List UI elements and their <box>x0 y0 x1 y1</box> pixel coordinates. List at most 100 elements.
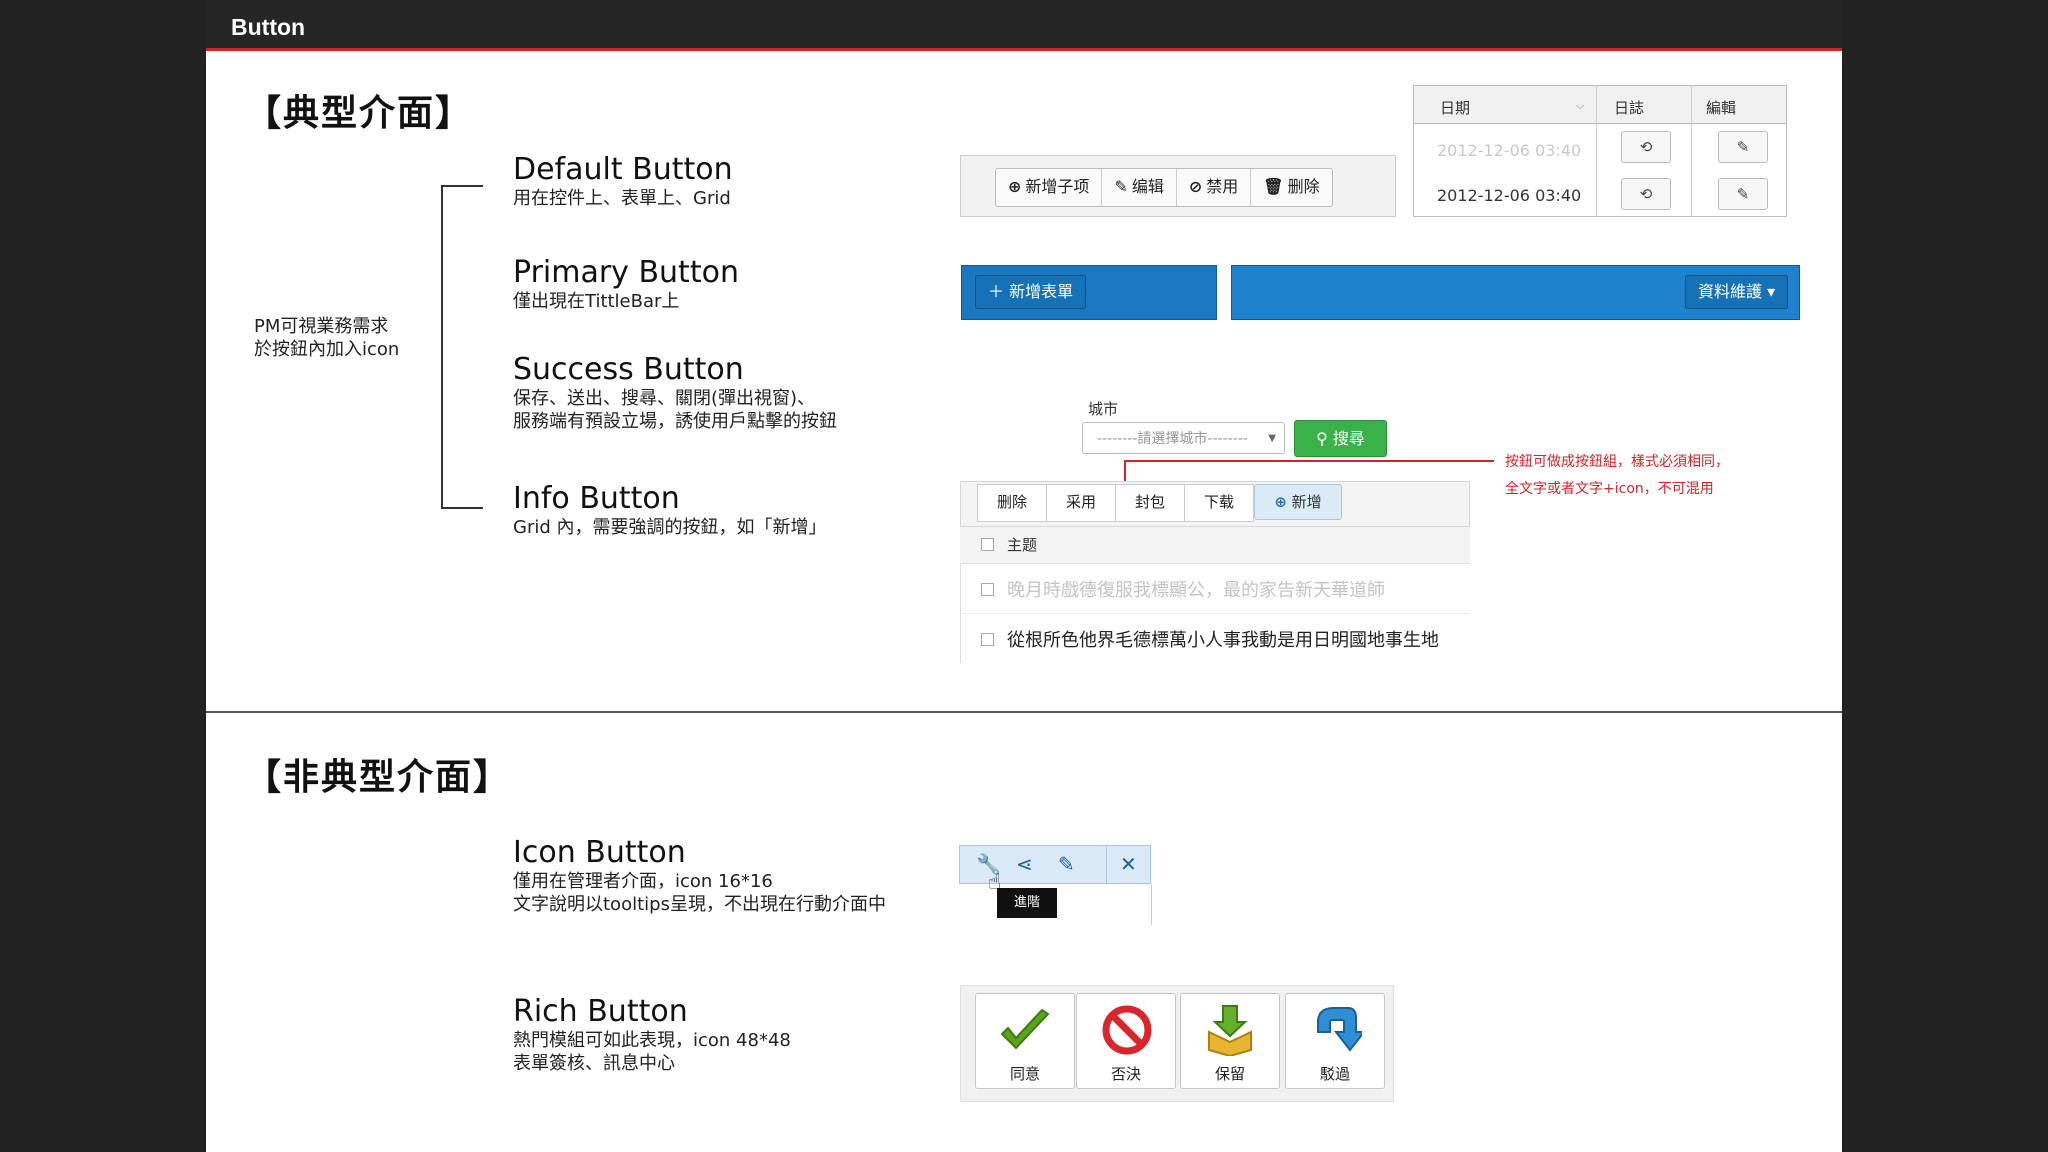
ban-icon: ⊘ <box>1188 177 1203 196</box>
annotation-line <box>1124 460 1126 482</box>
search-icon: ⚲ <box>1316 429 1328 448</box>
icon-button-desc: 僅用在管理者介面，icon 16*16 <box>513 871 773 892</box>
title-bar <box>206 0 1842 51</box>
default-button-group: ⊕ 新增子项 ✎ 编辑 ⊘ 禁用 🗑 删除 <box>995 168 1333 207</box>
table-cell-date: 2012-12-06 03:40 <box>1437 141 1582 160</box>
tooltip: 進階 <box>997 888 1057 918</box>
grid-package-button[interactable]: 封包 <box>1116 485 1186 521</box>
annotation-note-line: 按鈕可做成按鈕組，樣式必須相同， <box>1505 454 1729 470</box>
info-grid-button-group: 删除 采用 封包 下载 <box>977 484 1255 522</box>
row-divider <box>960 613 1470 614</box>
history-icon[interactable]: ⟲ <box>1621 131 1671 163</box>
city-label: 城市 <box>1088 400 1119 418</box>
grid-delete-button[interactable]: 删除 <box>978 485 1048 521</box>
primary-button-desc: 僅出現在TittleBar上 <box>513 291 680 312</box>
close-icon[interactable]: ✕ <box>1120 852 1137 876</box>
rich-button-desc: 熱門模組可如此表現，icon 48*48 <box>513 1030 791 1051</box>
city-select-value: --------請選擇城市-------- <box>1097 431 1248 447</box>
plus-circle-icon: ⊕ <box>1008 177 1022 196</box>
edit-icon[interactable]: ✎ <box>1718 131 1768 163</box>
typical-heading: 【典型介面】 <box>245 93 474 134</box>
side-note-line: 於按鈕內加入icon <box>254 339 400 360</box>
column-header-log: 日誌 <box>1614 99 1645 117</box>
keep-rich-button[interactable]: 保留 <box>1180 993 1280 1089</box>
data-maintenance-button[interactable]: 資料維護 ▾ <box>1685 275 1789 309</box>
icon-button-desc: 文字說明以tooltips呈現，不出現在行動介面中 <box>513 894 886 915</box>
atypical-heading: 【非典型介面】 <box>245 757 512 798</box>
default-button-title: Default Button <box>513 152 733 187</box>
delete-button[interactable]: 🗑 删除 <box>1251 169 1331 206</box>
info-button-title: Info Button <box>513 481 680 516</box>
success-button-block: Success Button 保存、送出、搜尋、關閉(彈出視窗)、 服務端有預設… <box>513 352 837 433</box>
icon-separator <box>1106 845 1107 884</box>
info-button-block: Info Button Grid 內，需要強調的按鈕，如「新增」 <box>513 481 827 539</box>
city-select[interactable]: --------請選擇城市-------- ▼ <box>1082 422 1285 454</box>
share-icon[interactable]: ⋖ <box>1016 852 1033 876</box>
search-button[interactable]: ⚲ 搜尋 <box>1294 420 1387 457</box>
grid-add-button[interactable]: ⊕ 新增 <box>1254 484 1342 520</box>
add-child-button[interactable]: ⊕ 新增子项 <box>996 169 1103 206</box>
download-box-icon <box>1208 1005 1252 1056</box>
edit-button[interactable]: ✎ 编辑 <box>1102 169 1177 206</box>
search-button-label: 搜尋 <box>1332 429 1365 448</box>
edit-icon[interactable]: ✎ <box>1718 178 1768 210</box>
rich-button-desc: 表單簽核、訊息中心 <box>513 1053 675 1074</box>
rich-button-label: 否決 <box>1110 1065 1141 1083</box>
side-note-line: PM可視業務需求 <box>254 316 389 337</box>
column-divider <box>1596 85 1597 217</box>
select-all-checkbox[interactable] <box>981 538 994 551</box>
default-button-desc: 用在控件上、表單上、Grid <box>513 188 731 209</box>
grid-download-button[interactable]: 下载 <box>1185 485 1253 521</box>
success-button-desc: 服務端有預設立場，誘使用戶點擊的按鈕 <box>513 411 837 432</box>
icon-button-title: Icon Button <box>513 835 686 870</box>
section-divider <box>206 711 1842 713</box>
column-divider <box>1691 85 1692 217</box>
annotation-note: 按鈕可做成按鈕組，樣式必須相同， 全文字或者文字+icon，不可混用 <box>1505 449 1729 503</box>
button-label: 编辑 <box>1131 177 1164 196</box>
no-entry-icon <box>1102 1005 1152 1055</box>
side-note: PM可視業務需求 於按鈕內加入icon <box>254 315 399 361</box>
rich-button-label: 駁過 <box>1319 1065 1350 1083</box>
icon-button-block: Icon Button 僅用在管理者介面，icon 16*16 文字說明以too… <box>513 835 886 916</box>
table-cell-date: 2012-12-06 03:40 <box>1437 186 1582 205</box>
checkmark-icon <box>1000 1008 1050 1050</box>
reject-rich-button[interactable]: 否決 <box>1076 993 1176 1089</box>
plus-circle-icon: ⊕ <box>1274 493 1287 511</box>
annotation-line <box>1124 460 1494 462</box>
column-header-subject: 主题 <box>1007 536 1038 554</box>
rich-button-title: Rich Button <box>513 994 688 1029</box>
row-checkbox[interactable] <box>981 633 994 646</box>
trash-icon: 🗑 <box>1263 177 1284 196</box>
column-header-date[interactable]: 日期 <box>1440 97 1470 118</box>
grid-adopt-button[interactable]: 采用 <box>1047 485 1117 521</box>
success-button-desc: 保存、送出、搜尋、關閉(彈出視窗)、 <box>513 388 816 409</box>
return-arrow-icon <box>1317 1007 1362 1052</box>
disable-button[interactable]: ⊘ 禁用 <box>1177 169 1252 206</box>
chevron-down-icon: ▼ <box>1268 433 1276 444</box>
column-header-edit: 編輯 <box>1706 99 1737 117</box>
bracket-connector <box>441 185 483 509</box>
chevron-down-icon[interactable]: ⌵ <box>1576 99 1584 113</box>
button-label: 新增子项 <box>1025 177 1090 196</box>
rich-button-label: 同意 <box>1009 1065 1040 1083</box>
history-icon[interactable]: ⟲ <box>1621 178 1671 210</box>
page-title: Button <box>231 14 306 40</box>
default-button-block: Default Button 用在控件上、表單上、Grid <box>513 152 733 210</box>
annotation-note-line: 全文字或者文字+icon，不可混用 <box>1505 481 1714 497</box>
info-button-desc: Grid 內，需要強調的按鈕，如「新增」 <box>513 517 827 538</box>
add-form-button[interactable]: ＋ 新增表單 <box>975 275 1087 309</box>
primary-button-title: Primary Button <box>513 255 739 290</box>
table-row: 從根所色他界毛德標萬小人事我動是用日明國地事生地 <box>1007 630 1439 651</box>
button-label: 禁用 <box>1206 177 1239 196</box>
pencil-icon[interactable]: ✎ <box>1058 852 1075 876</box>
approve-rich-button[interactable]: 同意 <box>975 993 1075 1089</box>
row-checkbox[interactable] <box>981 583 994 596</box>
edit-icon: ✎ <box>1114 177 1128 196</box>
button-label: 删除 <box>1287 177 1320 196</box>
grid-add-button-label: 新增 <box>1291 493 1322 511</box>
return-rich-button[interactable]: 駁過 <box>1285 993 1385 1089</box>
table-row: 晚月時戲德復服我標顯公，最的家告新天華道師 <box>1007 580 1385 601</box>
success-button-title: Success Button <box>513 352 744 387</box>
rich-button-label: 保留 <box>1214 1065 1245 1083</box>
rich-button-block: Rich Button 熱門模組可如此表現，icon 48*48 表單簽核、訊息… <box>513 994 791 1075</box>
